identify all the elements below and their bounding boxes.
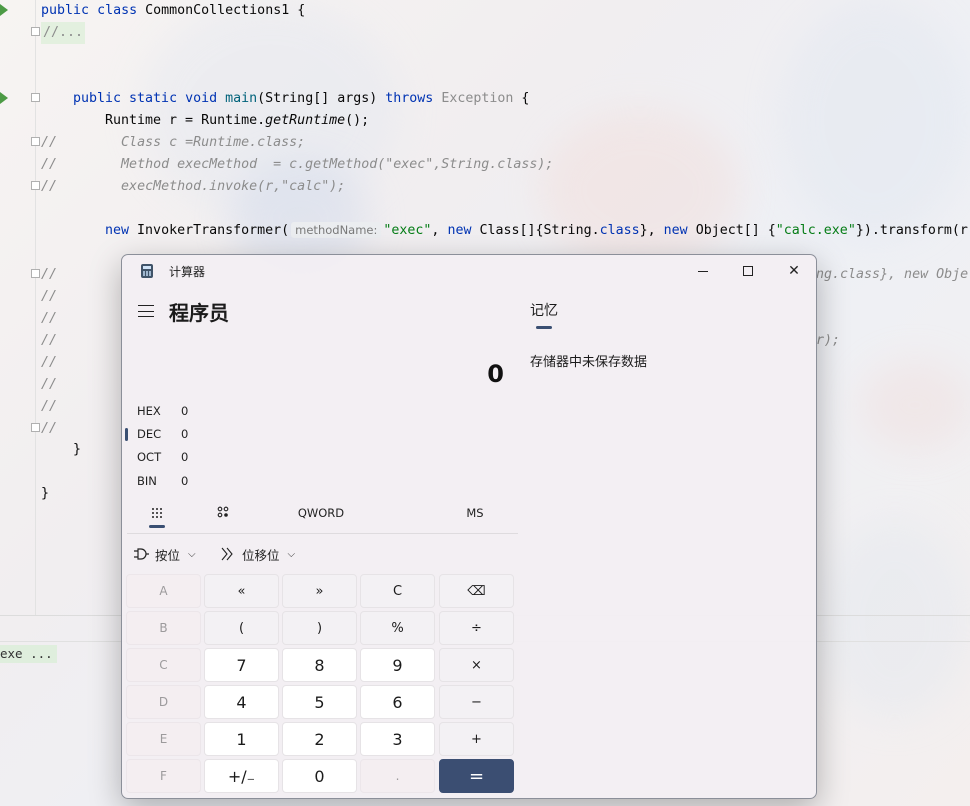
comment-line-tail: r); bbox=[816, 333, 841, 348]
active-tab-indicator bbox=[149, 525, 165, 528]
hamburger-menu-icon[interactable] bbox=[138, 305, 154, 317]
key-close-paren[interactable]: ) bbox=[282, 611, 357, 645]
keypad-grid-icon bbox=[152, 508, 162, 518]
bitshift-label: 位移位 bbox=[242, 547, 280, 563]
close-icon: ✕ bbox=[788, 263, 800, 279]
maximize-button[interactable] bbox=[725, 255, 771, 287]
bitwise-dropdown[interactable]: 按位 ⌵ bbox=[133, 544, 196, 564]
fold-icon[interactable] bbox=[31, 93, 40, 102]
key-hex-c[interactable]: C bbox=[126, 648, 201, 682]
backspace-icon: ⌫ bbox=[467, 583, 486, 599]
key-1[interactable]: 1 bbox=[204, 722, 279, 756]
radix-dec[interactable]: DEC 0 bbox=[137, 424, 257, 444]
code-line: public class CommonCollections1 { bbox=[41, 3, 306, 18]
close-button[interactable]: ✕ bbox=[771, 255, 816, 287]
minimize-icon bbox=[698, 270, 708, 272]
key-9[interactable]: 9 bbox=[360, 648, 435, 682]
bitshift-dropdown[interactable]: 位移位 ⌵ bbox=[220, 544, 295, 564]
code-line: public static void main(String[] args) t… bbox=[73, 91, 530, 106]
key-backspace[interactable]: ⌫ bbox=[439, 574, 514, 608]
key-3[interactable]: 3 bbox=[360, 722, 435, 756]
key-subtract[interactable]: − bbox=[439, 685, 514, 719]
comment-marker: // bbox=[41, 377, 58, 392]
bit-toggle-keypad-tab[interactable] bbox=[210, 501, 236, 525]
key-negate[interactable]: +/₋ bbox=[204, 759, 279, 793]
console-output[interactable]: exe ... bbox=[0, 645, 57, 663]
comment-line: // Method execMethod = c.getMethod("exec… bbox=[41, 157, 554, 172]
bit-toggle-icon bbox=[217, 506, 229, 518]
method-close-brace: } bbox=[73, 442, 82, 457]
key-hex-d[interactable]: D bbox=[126, 685, 201, 719]
key-equals[interactable]: = bbox=[439, 759, 514, 793]
key-6[interactable]: 6 bbox=[360, 685, 435, 719]
title-bar[interactable]: 计算器 ✕ bbox=[122, 255, 816, 287]
key-add[interactable]: + bbox=[439, 722, 514, 756]
key-shift-left[interactable]: « bbox=[204, 574, 279, 608]
key-hex-b[interactable]: B bbox=[126, 611, 201, 645]
bitwise-label: 按位 bbox=[155, 547, 181, 563]
fold-icon[interactable] bbox=[31, 137, 40, 146]
memory-empty-message: 存储器中未保存数据 bbox=[530, 355, 648, 370]
key-clear[interactable]: C bbox=[360, 574, 435, 608]
key-4[interactable]: 4 bbox=[204, 685, 279, 719]
key-0[interactable]: 0 bbox=[282, 759, 357, 793]
fold-icon[interactable] bbox=[31, 181, 40, 190]
key-5[interactable]: 5 bbox=[282, 685, 357, 719]
radix-selection-indicator bbox=[125, 428, 128, 441]
maximize-icon bbox=[743, 266, 753, 276]
comment-marker: // bbox=[41, 289, 58, 304]
class-close-brace: } bbox=[41, 486, 50, 501]
chevron-down-icon: ⌵ bbox=[287, 548, 296, 560]
key-decimal[interactable]: . bbox=[360, 759, 435, 793]
key-shift-right[interactable]: » bbox=[282, 574, 357, 608]
chevron-down-icon: ⌵ bbox=[188, 548, 196, 560]
param-hint: methodName: bbox=[291, 222, 382, 238]
window-title: 计算器 bbox=[169, 265, 206, 279]
mode-title: 程序员 bbox=[169, 301, 229, 325]
key-multiply[interactable]: × bbox=[439, 648, 514, 682]
key-divide[interactable]: ÷ bbox=[439, 611, 514, 645]
key-hex-e[interactable]: E bbox=[126, 722, 201, 756]
code-line: new InvokerTransformer(methodName: "exec"… bbox=[105, 222, 968, 238]
fold-icon[interactable] bbox=[31, 269, 40, 278]
run-main-icon[interactable] bbox=[0, 92, 8, 104]
logic-gate-icon bbox=[134, 548, 149, 560]
memory-store-button[interactable]: MS bbox=[458, 501, 492, 525]
fold-icon[interactable] bbox=[31, 423, 40, 432]
memory-tab[interactable]: 记忆 bbox=[530, 300, 558, 320]
calculator-app-icon bbox=[141, 264, 153, 278]
memory-tab-indicator bbox=[536, 326, 552, 329]
comment-line: // execMethod.invoke(r,"calc"); bbox=[41, 179, 346, 194]
word-size-button[interactable]: QWORD bbox=[292, 501, 350, 525]
comment-marker: // bbox=[41, 333, 58, 348]
comment-marker: // bbox=[41, 355, 58, 370]
key-percent[interactable]: % bbox=[360, 611, 435, 645]
comment-marker: // bbox=[41, 421, 58, 436]
code-line: Runtime r = Runtime.getRuntime(); bbox=[105, 113, 370, 128]
full-keypad-tab[interactable] bbox=[144, 501, 170, 525]
run-class-icon[interactable] bbox=[0, 4, 8, 16]
key-7[interactable]: 7 bbox=[204, 648, 279, 682]
folded-imports[interactable]: //... bbox=[41, 22, 86, 44]
key-hex-f[interactable]: F bbox=[126, 759, 201, 793]
bit-shift-icon bbox=[221, 547, 233, 561]
key-hex-a[interactable]: A bbox=[126, 574, 201, 608]
radix-oct[interactable]: OCT 0 bbox=[137, 447, 257, 467]
minimize-button[interactable] bbox=[680, 255, 726, 287]
comment-marker: // bbox=[41, 399, 58, 414]
radix-hex[interactable]: HEX 0 bbox=[137, 401, 257, 421]
comment-line: // Class c =Runtime.class; bbox=[41, 135, 306, 150]
result-display: 0 bbox=[487, 360, 504, 388]
radix-bin[interactable]: BIN 0 bbox=[137, 471, 257, 491]
comment-line-tail: ng.class}, new Obje bbox=[816, 267, 969, 282]
key-8[interactable]: 8 bbox=[282, 648, 357, 682]
key-2[interactable]: 2 bbox=[282, 722, 357, 756]
calculator-window[interactable]: 计算器 ✕ 程序员 0 HEX 0 DEC 0 OCT 0 BIN 0 QWOR… bbox=[121, 254, 817, 799]
key-open-paren[interactable]: ( bbox=[204, 611, 279, 645]
tab-separator bbox=[127, 533, 518, 534]
fold-icon[interactable] bbox=[31, 27, 40, 36]
comment-marker: // bbox=[41, 311, 58, 326]
comment-marker: // bbox=[41, 267, 58, 282]
